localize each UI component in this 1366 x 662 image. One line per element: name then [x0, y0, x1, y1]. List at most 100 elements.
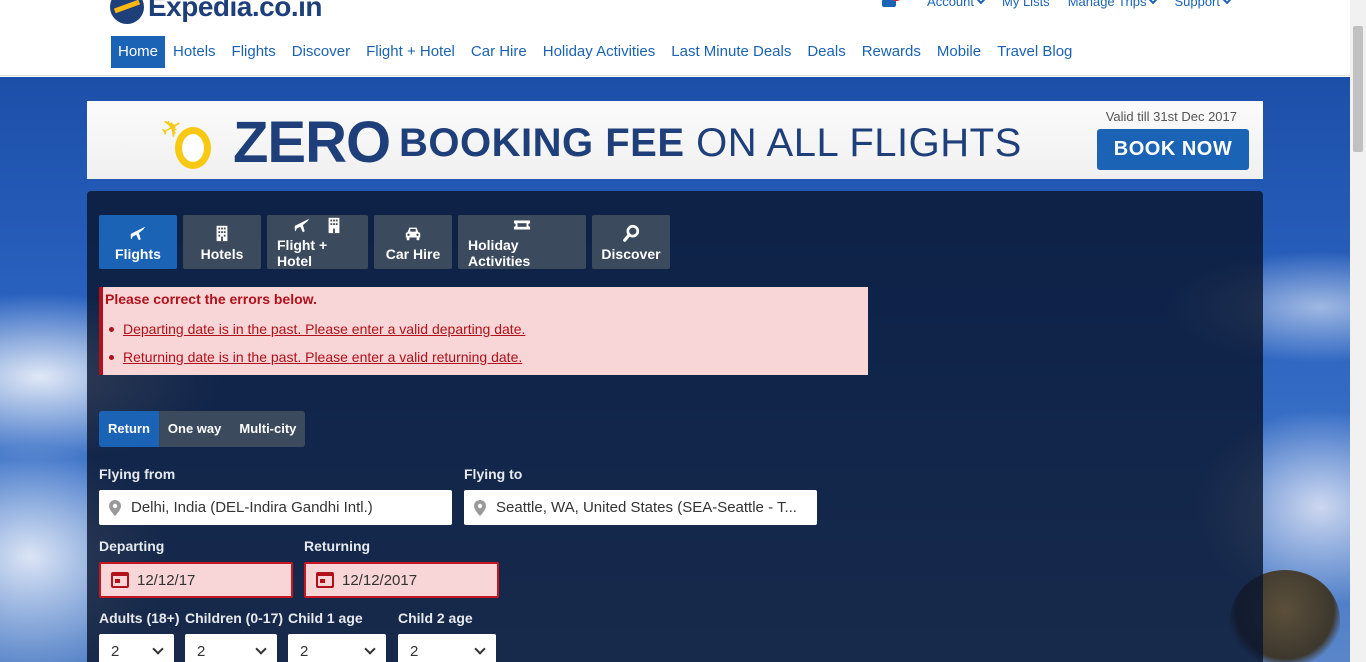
tab-car-hire-label: Car Hire [385, 245, 441, 262]
tab-hotels[interactable]: Hotels [183, 215, 261, 269]
tab-discover[interactable]: Discover [592, 215, 670, 269]
returning-date-input[interactable]: 12/12/2017 [304, 562, 499, 598]
ticket-icon [513, 220, 531, 229]
trip-type-return[interactable]: Return [99, 411, 159, 447]
children-select[interactable]: 2 [185, 634, 277, 662]
nav-travel-blog[interactable]: Travel Blog [989, 36, 1080, 68]
location-pin-icon [474, 499, 486, 516]
calendar-icon [111, 572, 129, 588]
chevron-down-icon [152, 643, 164, 655]
tab-flights[interactable]: Flights [99, 215, 177, 269]
banner-zero-text: ZERO [233, 110, 391, 175]
tab-discover-label: Discover [601, 245, 661, 262]
flying-from-value: Delhi, India (DEL-Indira Gandhi Intl.) [131, 499, 373, 516]
chevron-down-icon [255, 643, 267, 655]
nav-deals[interactable]: Deals [799, 36, 853, 68]
nav-flights[interactable]: Flights [224, 36, 284, 68]
plane-icon [294, 218, 309, 232]
banner-validity: Valid till 31st Dec 2017 [1105, 109, 1237, 124]
top-links: Account My Lists Manage Trips Support [879, 0, 1232, 9]
nav-car-hire[interactable]: Car Hire [463, 36, 535, 68]
child1-age-value: 2 [300, 643, 309, 660]
promo-banner[interactable]: ✈ ZERO BOOKING FEE ON ALL FLIGHTS Valid … [87, 101, 1263, 179]
account-link[interactable]: Account [927, 0, 986, 9]
departing-date-value: 12/12/17 [137, 571, 196, 589]
chevron-down-icon [364, 643, 376, 655]
child2-age-value: 2 [410, 643, 419, 660]
trip-type-multi-city[interactable]: Multi-city [230, 411, 305, 447]
support-link[interactable]: Support [1174, 0, 1232, 9]
expedia-logo[interactable]: Expedia.co.in [110, 0, 323, 24]
manage-trips-link[interactable]: Manage Trips [1067, 0, 1158, 9]
children-label: Children (0-17) [185, 610, 284, 626]
error-summary: Please correct the errors below. Departi… [99, 287, 868, 375]
adults-label: Adults (18+) [99, 610, 180, 626]
book-now-button[interactable]: BOOK NOW [1097, 129, 1249, 170]
chevron-down-icon [474, 643, 486, 655]
tab-flights-label: Flights [115, 245, 161, 262]
nav-holiday-activities[interactable]: Holiday Activities [535, 36, 664, 68]
trip-type-toggle: Return One way Multi-city [99, 411, 306, 447]
error-departing-link[interactable]: Departing date is in the past. Please en… [108, 321, 525, 337]
trip-type-one-way[interactable]: One way [159, 411, 230, 447]
my-lists-label: My Lists [1002, 0, 1050, 9]
building-icon [328, 217, 339, 233]
nav-home[interactable]: Home [111, 36, 166, 68]
child1-age-label: Child 1 age [288, 610, 363, 626]
expedia-logo-icon [110, 0, 144, 24]
scrollbar-thumb[interactable] [1353, 26, 1363, 152]
tab-holiday-activities[interactable]: Holiday Activities [458, 215, 586, 269]
tab-hotels-label: Hotels [200, 245, 244, 262]
tab-holiday-activities-label: Holiday Activities [468, 237, 531, 269]
nav-rewards[interactable]: Rewards [854, 36, 929, 68]
flying-from-input[interactable]: Delhi, India (DEL-Indira Gandhi Intl.) [99, 490, 452, 525]
chevron-down-icon [976, 0, 986, 4]
nav-discover[interactable]: Discover [284, 36, 358, 68]
nav-last-minute-deals[interactable]: Last Minute Deals [663, 36, 799, 68]
plane-icon [130, 226, 146, 240]
flying-to-value: Seattle, WA, United States (SEA-Seattle … [496, 499, 797, 516]
chevron-down-icon [1149, 0, 1158, 4]
adults-value: 2 [111, 643, 120, 660]
manage-trips-label: Manage Trips [1067, 0, 1147, 9]
location-pin-icon [109, 499, 121, 516]
flying-to-input[interactable]: Seattle, WA, United States (SEA-Seattle … [464, 490, 817, 525]
page-scrollbar[interactable] [1350, 0, 1366, 662]
nav-flight-hotel[interactable]: Flight + Hotel [358, 36, 463, 68]
site-header: Expedia.co.in Account My Lists Manage Tr… [0, 0, 1350, 76]
error-title: Please correct the errors below. [105, 291, 317, 307]
chevron-down-icon [1222, 0, 1232, 4]
banner-headline: BOOKING FEE ON ALL FLIGHTS [399, 121, 1022, 166]
returning-date-value: 12/12/2017 [342, 571, 418, 589]
logo-text: Expedia.co.in [148, 0, 323, 22]
child2-age-select[interactable]: 2 [398, 634, 496, 662]
support-label: Support [1174, 0, 1220, 9]
tab-car-hire[interactable]: Car Hire [374, 215, 452, 269]
child1-age-select[interactable]: 2 [288, 634, 386, 662]
returning-label: Returning [304, 538, 371, 554]
tab-flight-hotel[interactable]: Flight + Hotel [267, 215, 368, 269]
adults-select[interactable]: 2 [99, 634, 174, 662]
nav-mobile[interactable]: Mobile [929, 36, 989, 68]
my-lists-link[interactable]: My Lists [1002, 0, 1050, 9]
calendar-icon [316, 572, 334, 588]
departing-label: Departing [99, 538, 165, 554]
flying-from-label: Flying from [99, 466, 176, 482]
account-label: Account [927, 0, 975, 9]
search-icon [623, 224, 640, 242]
car-icon [405, 227, 421, 240]
flying-to-label: Flying to [464, 466, 523, 482]
error-list: Departing date is in the past. Please en… [108, 321, 525, 377]
nav-hotels[interactable]: Hotels [165, 36, 224, 68]
error-returning-link[interactable]: Returning date is in the past. Please en… [108, 349, 525, 365]
notification-bell-icon[interactable] [879, 0, 902, 9]
departing-date-input[interactable]: 12/12/17 [99, 562, 293, 598]
building-icon [216, 225, 228, 241]
plane-ring-icon: ✈ [155, 109, 219, 171]
child2-age-label: Child 2 age [398, 610, 473, 626]
children-value: 2 [197, 643, 206, 660]
tab-flight-hotel-label: Flight + Hotel [277, 237, 328, 269]
banner-on-all-flights: ON ALL FLIGHTS [684, 121, 1022, 165]
banner-booking-fee: BOOKING FEE [399, 121, 685, 165]
main-nav: Home Hotels Flights Discover Flight + Ho… [111, 36, 1080, 68]
